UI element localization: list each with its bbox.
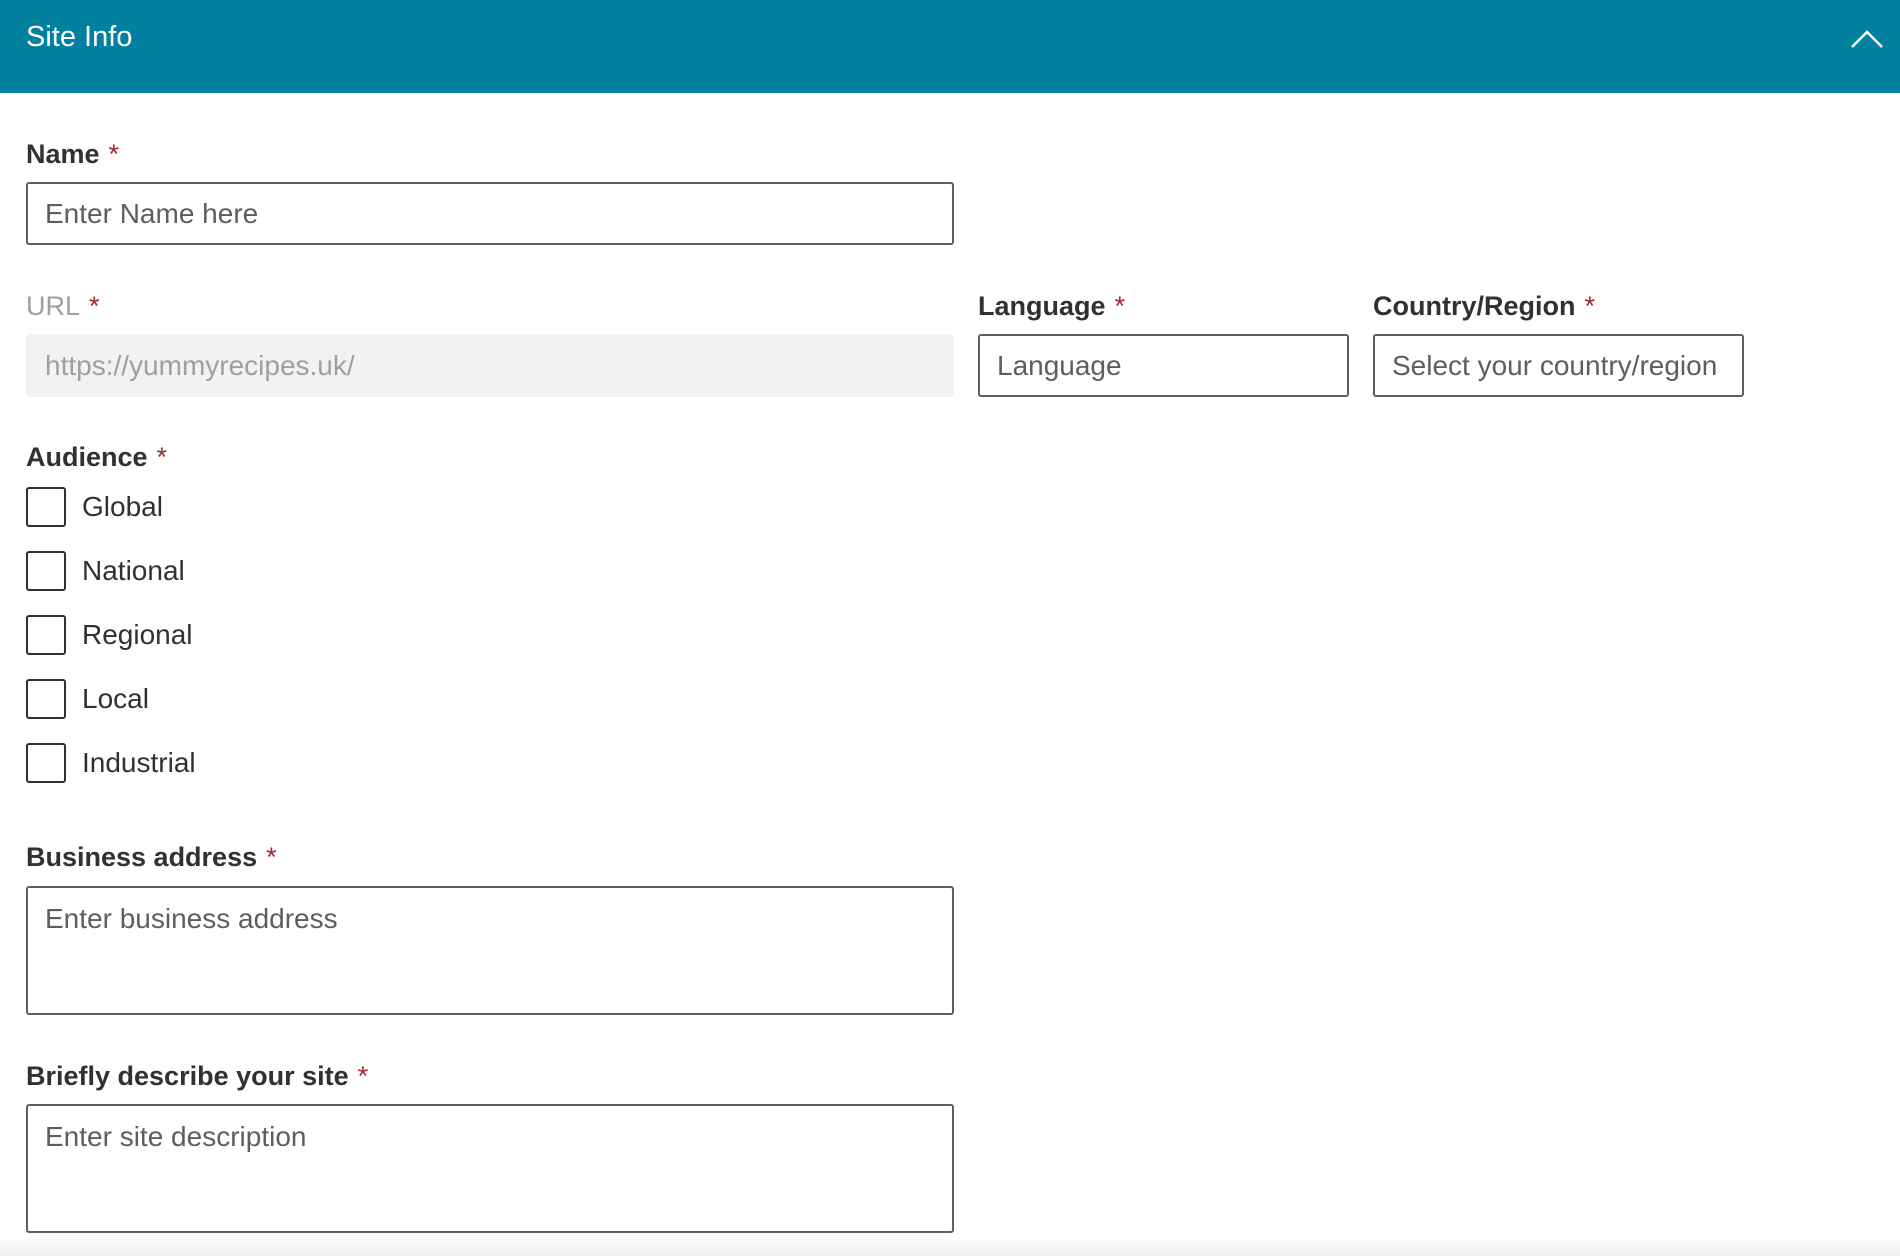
- required-marker: *: [1114, 291, 1126, 321]
- country-region-label: Country/Region *: [1373, 291, 1596, 321]
- name-label: Name *: [26, 139, 120, 169]
- url-input: [26, 334, 954, 397]
- required-marker: *: [1584, 291, 1596, 321]
- section-title: Site Info: [26, 21, 133, 53]
- audience-label: Audience *: [26, 442, 168, 472]
- site-description-textarea[interactable]: [26, 1104, 954, 1233]
- checkbox-label: Industrial: [82, 747, 196, 778]
- site-description-label: Briefly describe your site *: [26, 1061, 369, 1091]
- audience-option-global[interactable]: Global: [26, 487, 163, 527]
- checkbox-label: Local: [82, 683, 149, 714]
- language-label: Language *: [978, 291, 1126, 321]
- required-marker: *: [266, 842, 277, 872]
- audience-option-regional[interactable]: Regional: [26, 615, 193, 655]
- audience-option-national[interactable]: National: [26, 551, 185, 591]
- name-input[interactable]: [26, 182, 954, 245]
- required-marker: *: [357, 1061, 369, 1091]
- checkbox[interactable]: [26, 487, 66, 527]
- audience-option-industrial[interactable]: Industrial: [26, 743, 196, 783]
- required-marker: *: [108, 139, 120, 169]
- site-info-header[interactable]: Site Info: [0, 0, 1900, 93]
- checkbox-label: National: [82, 555, 185, 586]
- checkbox-label: Regional: [82, 619, 193, 650]
- chevron-up-icon: [1851, 30, 1883, 48]
- required-marker: *: [89, 291, 100, 321]
- scroll-shadow: [0, 1236, 1900, 1256]
- checkbox[interactable]: [26, 615, 66, 655]
- collapse-button[interactable]: [1844, 22, 1890, 56]
- country-region-input[interactable]: [1373, 334, 1744, 397]
- url-label: URL *: [26, 291, 100, 321]
- checkbox[interactable]: [26, 743, 66, 783]
- language-input[interactable]: [978, 334, 1349, 397]
- business-address-label: Business address *: [26, 842, 277, 872]
- required-marker: *: [156, 442, 168, 472]
- checkbox[interactable]: [26, 551, 66, 591]
- audience-option-local[interactable]: Local: [26, 679, 149, 719]
- checkbox[interactable]: [26, 679, 66, 719]
- business-address-textarea[interactable]: [26, 886, 954, 1015]
- checkbox-label: Global: [82, 491, 163, 522]
